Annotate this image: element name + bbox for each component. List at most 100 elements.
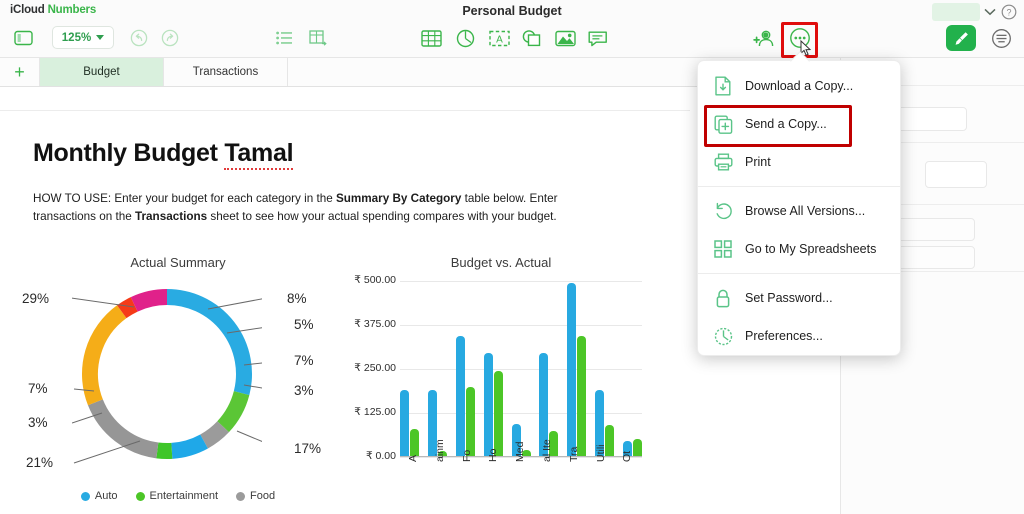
chevron-down-icon: [96, 35, 104, 40]
legend-item-food: Food: [236, 490, 275, 502]
account-menu-button[interactable]: [982, 4, 998, 20]
help-button[interactable]: ?: [1000, 3, 1018, 21]
sheet-heading[interactable]: Monthly Budget Tamal: [33, 139, 293, 168]
top-toolbar: iCloudNumbers Personal Budget 125%: [0, 0, 1024, 58]
donut-slice: [90, 312, 122, 403]
user-account-chip[interactable]: [932, 3, 980, 21]
donut-leader-line: [74, 441, 140, 463]
bar-chart-title: Budget vs. Actual: [336, 255, 666, 270]
x-axis-tick-label: Fo: [461, 450, 473, 462]
donut-label-travel: 21%: [26, 455, 53, 470]
insert-shape-button[interactable]: [519, 26, 545, 50]
preferences-gear-icon: [713, 327, 733, 346]
y-axis-tick-label: ₹ 500.00: [316, 274, 396, 286]
bar-budget: [484, 353, 493, 457]
budget-vs-actual-chart[interactable]: Budget vs. Actual ₹ 500.00₹ 375.00₹ 250.…: [336, 255, 666, 514]
donut-slice: [204, 427, 223, 442]
donut-slice: [223, 393, 241, 427]
menu-item-go-to-my-spreadsheets[interactable]: Go to My Spreadsheets: [698, 230, 900, 268]
insert-text-button[interactable]: A: [486, 26, 512, 50]
howto-suffix: sheet to see how your actual spending co…: [207, 210, 557, 223]
insert-comment-button[interactable]: [585, 26, 611, 50]
document-options-icon: [991, 28, 1012, 49]
x-axis-tick-label: Tra: [568, 447, 580, 462]
redo-icon: [161, 29, 179, 47]
sheet-heading-name: Tamal: [224, 139, 293, 170]
donut-slice: [172, 441, 204, 450]
zoom-dropdown[interactable]: 125%: [52, 26, 114, 49]
donut-slice: [157, 450, 171, 451]
inspector-field-2[interactable]: [925, 161, 987, 188]
bar-budget: [567, 283, 576, 457]
bar-group: [428, 281, 447, 457]
add-person-icon: [752, 29, 776, 48]
menu-item-preferences[interactable]: Preferences...: [698, 317, 900, 355]
legend-item-entertainment: Entertainment: [136, 490, 218, 502]
more-options-menu[interactable]: Download a Copy... Send a Copy... Print …: [697, 60, 901, 356]
comment-icon: [588, 30, 608, 47]
chart-icon: [456, 29, 475, 48]
chevron-down-icon: [984, 8, 996, 16]
how-to-use-text: HOW TO USE: Enter your budget for each c…: [33, 190, 593, 226]
x-axis-tick-label: Ot: [621, 451, 633, 462]
svg-text:A: A: [496, 34, 503, 45]
list-view-button[interactable]: [272, 26, 296, 50]
add-sheet-button[interactable]: +: [0, 58, 40, 86]
history-revert-icon: [713, 202, 733, 221]
y-axis-tick-label: ₹ 250.00: [316, 362, 396, 374]
menu-item-label: Download a Copy...: [745, 79, 853, 93]
menu-item-send-a-copy[interactable]: Send a Copy...: [698, 105, 900, 143]
menu-divider-1: [698, 186, 900, 187]
format-button[interactable]: [946, 25, 976, 51]
insert-table-row-button[interactable]: [305, 26, 331, 50]
menu-item-label: Send a Copy...: [745, 117, 827, 131]
actual-summary-chart[interactable]: Actual Summary 29% 8% 5% 7% 3% 17% 21% 3…: [22, 255, 334, 514]
insert-table-button[interactable]: [418, 26, 444, 50]
sheet-heading-main: Monthly Budget: [33, 139, 224, 167]
menu-item-label: Print: [745, 155, 771, 169]
svg-text:?: ?: [1006, 7, 1011, 17]
collaborate-button[interactable]: [750, 26, 778, 50]
donut-label-other: 7%: [28, 381, 48, 396]
lock-icon: [713, 289, 733, 308]
help-icon: ?: [1001, 4, 1017, 20]
x-axis-tick-label: al Ite: [541, 439, 553, 462]
bar-group: [484, 281, 503, 457]
menu-item-set-password[interactable]: Set Password...: [698, 279, 900, 317]
text-box-icon: A: [489, 30, 510, 47]
insert-chart-button[interactable]: [452, 26, 478, 50]
menu-item-download-a-copy[interactable]: Download a Copy...: [698, 67, 900, 105]
list-icon: [276, 31, 293, 45]
bar-actual: [577, 336, 586, 457]
document-options-button[interactable]: [988, 26, 1014, 50]
redo-button[interactable]: [158, 26, 182, 50]
donut-label-entertainment: 8%: [287, 291, 307, 306]
menu-item-label: Preferences...: [745, 329, 823, 343]
shape-icon: [522, 29, 542, 47]
sheet-tab-transactions[interactable]: Transactions: [164, 58, 288, 86]
donut-label-food: 5%: [294, 317, 314, 332]
donut-label-auto: 29%: [22, 291, 49, 306]
bar-actual: [494, 371, 503, 457]
donut-legend: Auto Entertainment Food: [22, 490, 334, 502]
menu-item-print[interactable]: Print: [698, 143, 900, 181]
donut-chart-title: Actual Summary: [22, 255, 334, 270]
menu-item-browse-all-versions[interactable]: Browse All Versions...: [698, 192, 900, 230]
x-axis-tick-label: Utili: [595, 445, 607, 463]
legend-item-auto: Auto: [81, 490, 118, 502]
sheet-tab-budget[interactable]: Budget: [40, 58, 164, 86]
insert-image-button[interactable]: [552, 26, 578, 50]
canvas-divider: [0, 110, 690, 111]
x-axis-tick-label: Med: [514, 442, 526, 462]
bar-group: [456, 281, 475, 457]
legend-swatch-entertainment: [136, 492, 145, 501]
grid-squares-icon: [713, 240, 733, 258]
donut-graphic: [72, 279, 262, 469]
undo-button[interactable]: [127, 26, 151, 50]
donut-label-utilities: 3%: [28, 415, 48, 430]
printer-icon: [713, 153, 733, 171]
sidebar-toggle-button[interactable]: [10, 26, 36, 50]
x-axis-tick-label: Ho: [487, 449, 499, 462]
bar-group: [512, 281, 531, 457]
document-title: Personal Budget: [0, 4, 1024, 18]
